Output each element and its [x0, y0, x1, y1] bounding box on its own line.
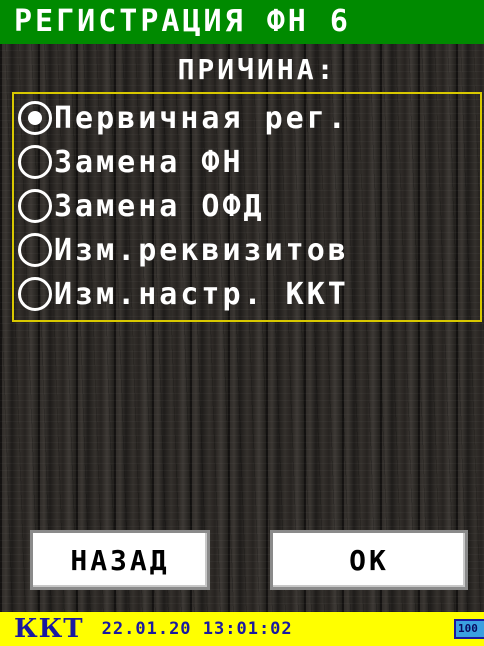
reason-heading: ПРИЧИНА: [177, 53, 337, 86]
reason-option-change-kkt-settings[interactable]: Изм.настр. ККТ [18, 272, 349, 316]
radio-unselected-icon[interactable] [18, 189, 52, 223]
radio-unselected-icon[interactable] [18, 233, 52, 267]
device-label: ККТ [14, 614, 84, 644]
reason-option-label: Замена ФН [54, 144, 244, 180]
reason-option-label: Изм.настр. ККТ [54, 276, 349, 312]
radio-selected-icon[interactable] [18, 101, 52, 135]
radio-unselected-icon[interactable] [18, 277, 52, 311]
page-title: РЕГИСТРАЦИЯ ФН 6 [0, 0, 484, 44]
reason-option-replace-ofd[interactable]: Замена ОФД [18, 184, 265, 228]
back-button[interactable]: НАЗАД [30, 530, 210, 590]
reason-option-label: Первичная рег. [54, 100, 349, 136]
reason-option-replace-fn[interactable]: Замена ФН [18, 140, 244, 184]
reason-option-change-requisites[interactable]: Изм.реквизитов [18, 228, 349, 272]
status-bar: ККТ 22.01.20 13:01:02 100 [0, 612, 484, 646]
fiscal-registration-screen: РЕГИСТРАЦИЯ ФН 6 ПРИЧИНА: Первичная рег.… [0, 0, 484, 646]
reason-option-label: Изм.реквизитов [54, 232, 349, 268]
reason-option-label: Замена ОФД [54, 188, 265, 224]
reason-options-group: Первичная рег. Замена ФН Замена ОФД Изм.… [12, 92, 482, 322]
battery-icon: 100 [454, 619, 484, 639]
reason-option-primary-registration[interactable]: Первичная рег. [18, 96, 349, 140]
datetime-display: 22.01.20 13:01:02 [101, 619, 293, 639]
ok-button[interactable]: OK [270, 530, 468, 590]
radio-unselected-icon[interactable] [18, 145, 52, 179]
